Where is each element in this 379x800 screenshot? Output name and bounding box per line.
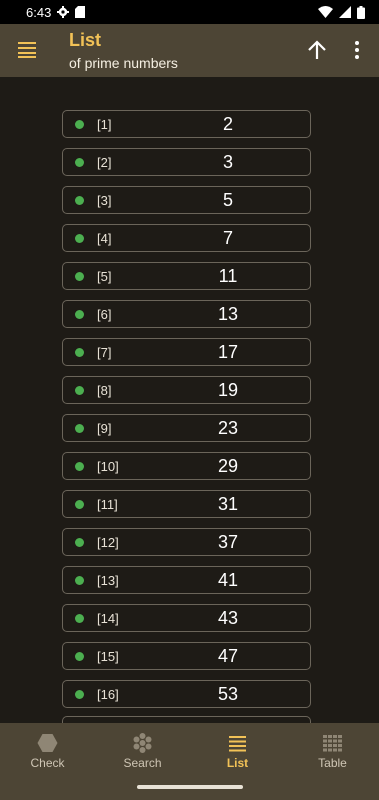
prime-value: 53 bbox=[217, 684, 239, 704]
nav-table[interactable]: Table bbox=[285, 723, 379, 800]
status-dot-icon bbox=[75, 690, 84, 699]
prime-index: [5] bbox=[97, 269, 112, 284]
status-dot-icon bbox=[75, 386, 84, 395]
list-item-partial[interactable] bbox=[62, 716, 311, 723]
status-dot-icon bbox=[75, 576, 84, 585]
list-item[interactable]: [15] 47 bbox=[62, 642, 311, 670]
prime-value: 47 bbox=[217, 646, 239, 666]
list-item[interactable]: [11] 31 bbox=[62, 490, 311, 518]
list-item[interactable]: [3] 5 bbox=[62, 186, 311, 214]
status-dot-icon bbox=[75, 234, 84, 243]
status-dot-icon bbox=[75, 614, 84, 623]
prime-value: 43 bbox=[217, 608, 239, 628]
status-dot-icon bbox=[75, 272, 84, 281]
hexagon-icon bbox=[37, 734, 58, 752]
prime-index: [15] bbox=[97, 649, 119, 664]
prime-index: [14] bbox=[97, 611, 119, 626]
more-options-icon[interactable] bbox=[351, 39, 363, 61]
list-item[interactable]: [13] 41 bbox=[62, 566, 311, 594]
status-dot-icon bbox=[75, 538, 84, 547]
menu-button[interactable] bbox=[18, 42, 36, 58]
status-dot-icon bbox=[75, 158, 84, 167]
prime-index: [1] bbox=[97, 117, 112, 132]
list-item[interactable]: [7] 17 bbox=[62, 338, 311, 366]
prime-index: [13] bbox=[97, 573, 119, 588]
gesture-bar[interactable] bbox=[137, 785, 243, 789]
sd-card-icon bbox=[75, 6, 86, 18]
nav-table-label: Table bbox=[318, 756, 347, 770]
prime-index: [10] bbox=[97, 459, 119, 474]
prime-value: 29 bbox=[217, 456, 239, 476]
list-item[interactable]: [2] 3 bbox=[62, 148, 311, 176]
prime-value: 31 bbox=[217, 494, 239, 514]
prime-index: [8] bbox=[97, 383, 112, 398]
status-dot-icon bbox=[75, 462, 84, 471]
grid-icon bbox=[323, 735, 342, 752]
flower-icon bbox=[133, 733, 152, 753]
prime-value: 5 bbox=[222, 190, 233, 210]
list-item[interactable]: [8] 19 bbox=[62, 376, 311, 404]
status-dot-icon bbox=[75, 310, 84, 319]
prime-value: 11 bbox=[218, 266, 238, 286]
signal-icon bbox=[339, 6, 351, 18]
settings-icon bbox=[57, 6, 70, 18]
battery-icon bbox=[357, 5, 365, 19]
prime-index: [12] bbox=[97, 535, 119, 550]
status-dot-icon bbox=[75, 424, 84, 433]
list-item[interactable]: [16] 53 bbox=[62, 680, 311, 708]
page-subtitle: of prime numbers bbox=[69, 55, 178, 71]
prime-value: 7 bbox=[222, 228, 233, 248]
nav-check-label: Check bbox=[30, 756, 65, 770]
prime-index: [11] bbox=[97, 497, 118, 512]
list-item[interactable]: [9] 23 bbox=[62, 414, 311, 442]
list-item[interactable]: [6] 13 bbox=[62, 300, 311, 328]
prime-value: 41 bbox=[217, 570, 239, 590]
status-dot-icon bbox=[75, 196, 84, 205]
prime-index: [9] bbox=[97, 421, 112, 436]
status-bar: 6:43 bbox=[0, 0, 379, 24]
status-dot-icon bbox=[75, 348, 84, 357]
status-dot-icon bbox=[75, 652, 84, 661]
list-icon bbox=[229, 736, 246, 752]
prime-index: [3] bbox=[97, 193, 112, 208]
list-item[interactable]: [10] 29 bbox=[62, 452, 311, 480]
list-item[interactable]: [4] 7 bbox=[62, 224, 311, 252]
nav-list-label: List bbox=[226, 756, 249, 770]
prime-index: [6] bbox=[97, 307, 112, 322]
prime-value: 17 bbox=[217, 342, 239, 362]
prime-index: [2] bbox=[97, 155, 112, 170]
prime-index: [16] bbox=[97, 687, 119, 702]
prime-list[interactable]: [1] 2 [2] 3 [3] 5 [4] 7 [5] 11 [6] 13 [7] 17 [8… bbox=[0, 77, 379, 723]
list-item[interactable]: [1] 2 bbox=[62, 110, 311, 138]
list-item[interactable]: [14] 43 bbox=[62, 604, 311, 632]
prime-value: 13 bbox=[217, 304, 239, 324]
prime-value: 2 bbox=[222, 114, 233, 134]
list-item[interactable]: [5] 11 bbox=[62, 262, 311, 290]
nav-search-label: Search bbox=[123, 756, 162, 770]
status-dot-icon bbox=[75, 500, 84, 509]
prime-value: 3 bbox=[222, 152, 233, 172]
prime-value: 37 bbox=[217, 532, 239, 552]
prime-index: [7] bbox=[97, 345, 112, 360]
prime-value: 23 bbox=[217, 418, 239, 438]
list-item[interactable]: [12] 37 bbox=[62, 528, 311, 556]
prime-value: 19 bbox=[217, 380, 239, 400]
status-time: 6:43 bbox=[26, 4, 52, 20]
arrow-up-icon[interactable] bbox=[306, 39, 328, 61]
nav-check[interactable]: Check bbox=[0, 723, 95, 800]
status-dot-icon bbox=[75, 120, 84, 129]
page-title: List bbox=[69, 30, 102, 50]
wifi-icon bbox=[318, 6, 333, 18]
app-bar: List of prime numbers bbox=[0, 24, 379, 77]
prime-index: [4] bbox=[97, 231, 112, 246]
